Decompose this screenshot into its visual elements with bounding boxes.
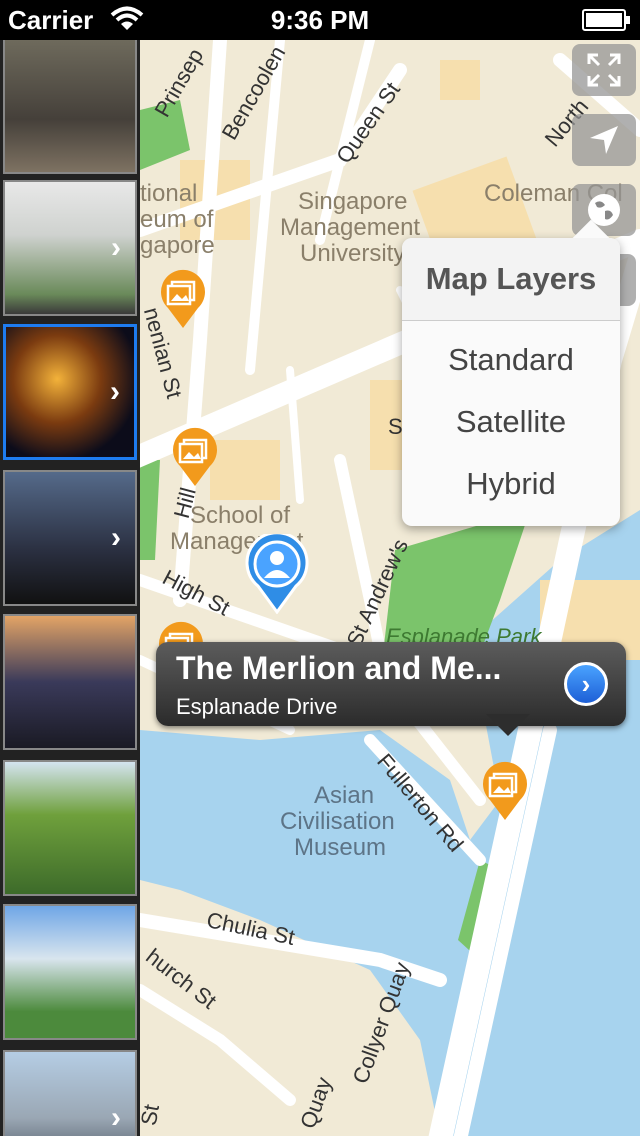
annotation-callout[interactable]: The Merlion and Me... Esplanade Drive › (156, 642, 626, 736)
chevron-right-icon: › (581, 668, 591, 699)
disclosure-button[interactable]: › (564, 662, 608, 706)
map-label-smu-2: Management (280, 214, 421, 241)
map-label-smu-1: Singapore (298, 188, 408, 215)
photo-thumbnail[interactable] (3, 760, 137, 896)
map-label-st: St (140, 1102, 165, 1128)
map-label-asian-2: Civilisation (280, 808, 395, 835)
chevron-right-icon: › (111, 521, 121, 554)
photo-thumbnail[interactable] (3, 40, 137, 174)
location-arrow-icon (590, 126, 618, 154)
map-label-national-museum-2: eum of (140, 206, 214, 233)
map-label-national-museum-1: tional (140, 180, 198, 207)
chevron-right-icon: › (111, 231, 121, 264)
current-location-button[interactable] (572, 114, 636, 166)
callout-subtitle: Esplanade Drive (176, 694, 338, 719)
photo-thumbnail-selected[interactable]: › (3, 324, 137, 460)
photo-thumbnail[interactable]: › (3, 470, 137, 606)
map-label-smu-3: University (300, 240, 406, 267)
chevron-right-icon: › (111, 1101, 121, 1134)
battery-icon (582, 9, 630, 31)
map-layers-popover: Map Layers Standard Satellite Hybrid (402, 219, 620, 526)
layer-option-hybrid[interactable]: Hybrid (402, 466, 620, 502)
map-label-asian-3: Museum (294, 834, 387, 861)
chevron-right-icon: › (110, 375, 120, 408)
photo-thumbnail[interactable] (3, 614, 137, 750)
map-label-s: S (388, 414, 403, 439)
callout-title: The Merlion and Me... (176, 650, 502, 686)
fullscreen-button[interactable] (572, 44, 636, 96)
fullscreen-icon (587, 53, 621, 87)
layer-option-satellite[interactable]: Satellite (402, 404, 620, 440)
map-label-asian-1: Asian (314, 782, 375, 809)
map-view[interactable]: Prinsep Bencoolen Queen St North tional … (140, 40, 640, 1136)
map-label-school-1: School of (190, 502, 291, 529)
status-bar: Carrier 9:36 PM (0, 0, 640, 40)
photo-thumbnail[interactable]: › (3, 180, 137, 316)
photo-thumbnail[interactable] (3, 904, 137, 1040)
clock: 9:36 PM (270, 5, 370, 35)
photo-thumbnail[interactable]: › (3, 1050, 137, 1136)
photo-sidebar[interactable]: › › › › (0, 40, 140, 1136)
map-layers-title: Map Layers (402, 238, 620, 321)
layer-option-standard[interactable]: Standard (402, 342, 620, 378)
map-label-national-museum-3: gapore (140, 232, 215, 259)
